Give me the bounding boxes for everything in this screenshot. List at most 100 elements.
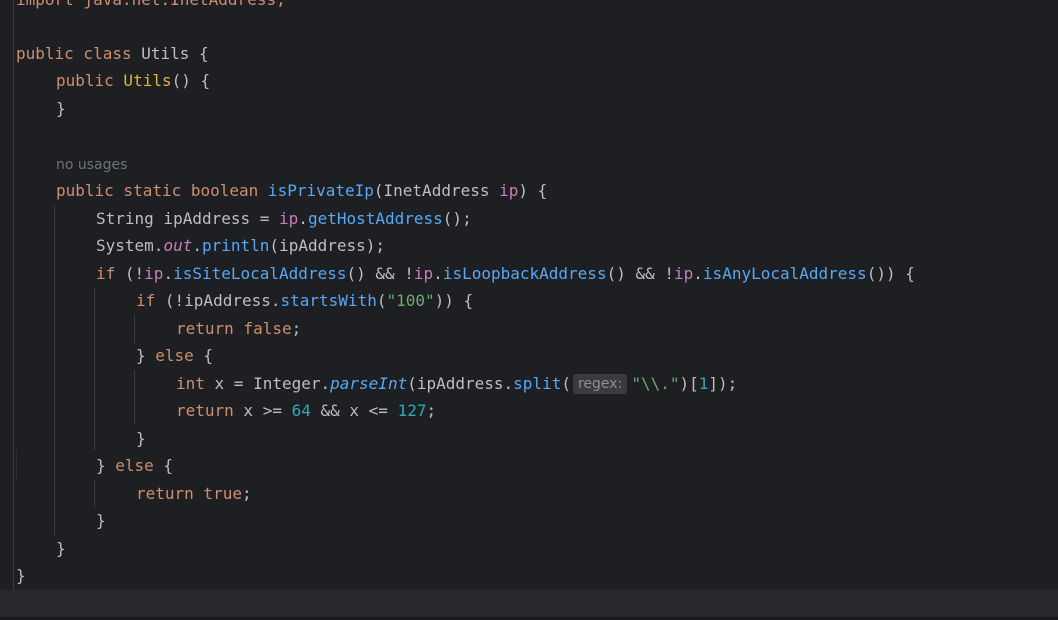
code-line[interactable]: import java.net.InetAddress;: [16, 0, 286, 13]
keyword-token: if: [96, 264, 116, 283]
code-token: (!: [115, 264, 145, 283]
indent-guide: [134, 370, 135, 425]
method-token: isPrivateIp: [258, 181, 374, 200]
code-token: x = Integer.: [204, 374, 331, 393]
gutter-separator: [13, 0, 14, 620]
code-token: }: [96, 456, 116, 475]
string-token: "100": [386, 291, 435, 310]
parameter-hint: regex:: [572, 374, 628, 394]
indent-guide: [94, 288, 95, 450]
code-token: )[: [679, 374, 699, 393]
code-token: Utils {: [131, 44, 209, 63]
method-token: println: [201, 236, 270, 255]
code-token: }: [136, 346, 156, 365]
code-token: import java.net.InetAddress;: [16, 0, 286, 9]
indent-guide: [54, 205, 55, 535]
method-token: isAnyLocalAddress: [702, 264, 867, 283]
code-line[interactable]: }: [16, 562, 26, 589]
code-token: {: [193, 346, 214, 365]
method-token: startsWith: [280, 291, 377, 310]
code-token: () {: [171, 71, 211, 90]
code-token: .: [298, 209, 308, 228]
number-token: 1: [698, 374, 709, 393]
code-token: }: [56, 99, 66, 118]
code-token: ();: [442, 209, 472, 228]
keyword-token: else: [115, 456, 154, 475]
code-line[interactable]: public static boolean isPrivateIp(InetAd…: [56, 177, 547, 204]
code-token: () && !: [346, 264, 414, 283]
keyword-token: return true: [136, 484, 242, 503]
keyword-token: int: [176, 374, 205, 393]
code-token: (!ipAddress.: [155, 291, 281, 310]
keyword-token: public static boolean: [56, 181, 259, 200]
code-editor[interactable]: import java.net.InetAddress; public clas…: [0, 0, 1058, 620]
code-line[interactable]: } else {: [136, 342, 213, 369]
code-line[interactable]: }: [136, 425, 146, 452]
code-token: ;: [291, 319, 302, 338]
code-line[interactable]: return true;: [136, 480, 252, 507]
field-token: out: [163, 236, 193, 255]
code-token: )) {: [434, 291, 474, 310]
constructor-token: Utils: [113, 71, 172, 90]
keyword-token: return: [176, 401, 234, 420]
code-token: }: [16, 566, 26, 585]
code-line[interactable]: }: [56, 95, 66, 122]
indent-guide: [16, 450, 17, 480]
indent-guide: [94, 480, 95, 508]
code-line[interactable]: }: [56, 535, 66, 562]
code-line[interactable]: if (!ipAddress.startsWith("100")) {: [136, 287, 473, 314]
code-token: System.: [96, 236, 164, 255]
code-token: (InetAddress: [373, 181, 500, 200]
param-token: ip: [279, 209, 299, 228]
method-token: isLoopbackAddress: [442, 264, 607, 283]
code-line[interactable]: public Utils() {: [56, 67, 210, 94]
indent-guide: [134, 315, 135, 343]
method-token: getHostAddress: [307, 209, 443, 228]
code-line[interactable]: int x = Integer.parseInt(ipAddress.split…: [176, 370, 737, 397]
code-token: ]);: [708, 374, 738, 393]
code-token: (ipAddress.: [407, 374, 514, 393]
code-token: ()) {: [866, 264, 915, 283]
code-token: .: [433, 264, 443, 283]
code-token: {: [153, 456, 174, 475]
keyword-token: return false: [176, 319, 292, 338]
code-token: ;: [426, 401, 437, 420]
param-token: ip: [674, 264, 694, 283]
code-token: }: [56, 539, 66, 558]
code-token: && x <=: [310, 401, 398, 420]
code-line[interactable]: System.out.println(ipAddress);: [96, 232, 385, 259]
code-line[interactable]: String ipAddress = ip.getHostAddress();: [96, 205, 472, 232]
keyword-token: if: [136, 291, 156, 310]
code-token: .: [693, 264, 703, 283]
code-token: x >=: [233, 401, 292, 420]
code-token: ;: [241, 484, 252, 503]
string-token: "\\.": [631, 374, 680, 393]
method-token: isSiteLocalAddress: [173, 264, 347, 283]
code-token: }: [96, 511, 106, 530]
usages-hint[interactable]: no usages: [56, 152, 127, 179]
code-token: ) {: [518, 181, 548, 200]
code-token: .: [163, 264, 174, 283]
code-token: (ipAddress);: [269, 236, 386, 255]
code-line[interactable]: return false;: [176, 315, 301, 342]
number-token: 127: [397, 401, 427, 420]
keyword-token: public: [56, 71, 114, 90]
keyword-token: public class: [16, 44, 132, 63]
code-line[interactable]: if (!ip.isSiteLocalAddress() && !ip.isLo…: [96, 260, 915, 287]
keyword-token: else: [155, 346, 194, 365]
method-token: parseInt: [330, 374, 408, 393]
code-line[interactable]: } else {: [96, 452, 173, 479]
code-line[interactable]: public class Utils {: [16, 40, 209, 67]
code-token: () && !: [606, 264, 675, 283]
code-token: .: [192, 236, 202, 255]
code-line[interactable]: return x >= 64 && x <= 127;: [176, 397, 436, 424]
number-token: 64: [291, 401, 311, 420]
code-line[interactable]: }: [96, 507, 106, 534]
param-token: ip: [499, 181, 519, 200]
code-token: (: [561, 374, 571, 393]
method-token: split: [513, 374, 562, 393]
code-token: }: [136, 429, 146, 448]
code-token: String ipAddress =: [96, 209, 280, 228]
current-line-highlight: [0, 590, 1058, 617]
param-token: ip: [413, 264, 434, 283]
